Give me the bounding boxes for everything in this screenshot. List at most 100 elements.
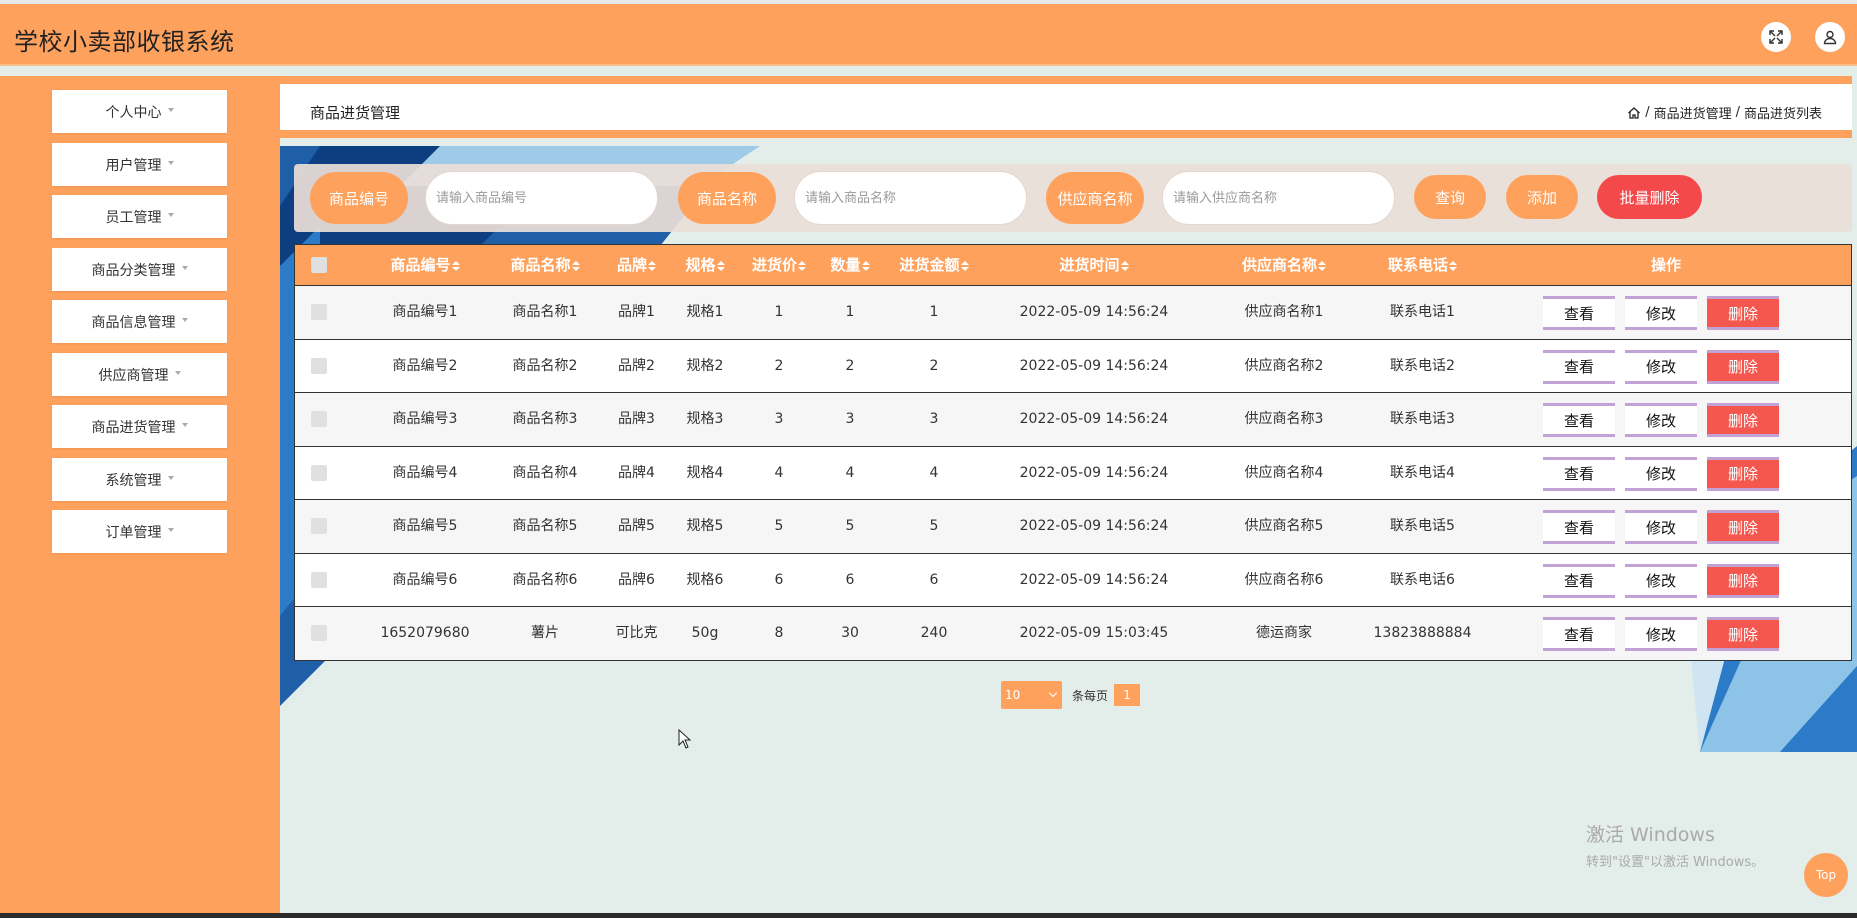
row-checkbox[interactable] [311,518,327,534]
caret-down-icon [181,422,188,427]
sidebar-item-label: 商品信息管理 [91,314,176,331]
delete-button[interactable]: 删除 [1707,403,1779,437]
fullscreen-button[interactable] [1761,22,1791,52]
cell-supplier-name: 供应商名称2 [1244,357,1324,374]
back-to-top-button[interactable]: Top [1804,853,1848,897]
delete-button[interactable]: 删除 [1707,563,1779,598]
query-button[interactable]: 查询 [1414,175,1486,219]
home-icon[interactable] [1627,106,1641,120]
column-header-label: 联系电话 [1387,256,1448,274]
row-checkbox[interactable] [311,304,327,320]
row-checkbox[interactable] [311,464,327,481]
page-number-current[interactable]: 1 [1114,684,1141,706]
sidebar-item-personal-center[interactable]: 个人中心 [52,90,227,133]
cell-price: 3 [774,411,784,427]
view-button[interactable]: 查看 [1543,563,1615,598]
delete-button[interactable]: 删除 [1707,510,1779,544]
cell-purchase-time: 2022-05-09 14:56:24 [1019,304,1169,320]
column-header[interactable]: 进货金额 [884,245,984,285]
column-header[interactable]: 商品名称 [485,245,605,285]
column-header[interactable]: 规格 [668,245,742,285]
column-header[interactable]: 数量 [816,245,884,285]
cell-purchase-time: 2022-05-09 14:56:24 [1019,464,1169,481]
page-size-value: 10 [1005,688,1021,702]
sidebar-item-product-info[interactable]: 商品信息管理 [52,300,227,343]
column-header[interactable]: 商品编号 [365,245,485,285]
delete-button[interactable]: 删除 [1707,296,1779,330]
view-button[interactable]: 查看 [1543,296,1615,330]
table-row: 商品编号5 商品名称5 品牌5 规格5 5 5 5 2022-05-09 14:56:24 供应… [295,499,1851,553]
column-header[interactable]: 供应商名称 [1204,245,1364,285]
product-name-label: 商品名称 [678,172,776,224]
edit-button[interactable]: 修改 [1625,403,1697,437]
cell-product-code: 商品编号5 [392,518,458,534]
edit-button[interactable]: 修改 [1625,563,1697,598]
column-header[interactable]: 进货价 [742,245,816,285]
cell-supplier-name: 供应商名称3 [1244,411,1324,427]
delete-button[interactable]: 删除 [1707,349,1779,384]
user-button[interactable] [1815,22,1845,52]
view-button[interactable]: 查看 [1543,510,1615,544]
batch-delete-button[interactable]: 批量删除 [1597,175,1702,219]
sidebar-item-label: 个人中心 [105,104,162,121]
cell-phone: 联系电话4 [1390,464,1455,481]
caret-down-icon [174,370,181,375]
column-header[interactable]: 品牌 [605,245,668,285]
caret-down-icon [167,475,174,480]
row-checkbox[interactable] [311,625,327,641]
table-body: 商品编号1 商品名称1 品牌1 规格1 1 1 1 2022-05-09 14:56:24 供应… [295,285,1851,660]
taskbar-edge [0,913,1857,918]
sidebar-item-staff[interactable]: 员工管理 [52,195,227,238]
cell-spec: 规格1 [686,304,724,320]
table-row: 1652079680 薯片 可比克 50g 8 30 240 2022-05-09 15:03… [295,606,1851,660]
view-button[interactable]: 查看 [1543,349,1615,384]
sidebar-item-category[interactable]: 商品分类管理 [52,248,227,291]
edit-button[interactable]: 修改 [1625,456,1697,491]
row-checkbox[interactable] [311,357,327,374]
sidebar-item-purchase[interactable]: 商品进货管理 [52,405,227,448]
edit-button[interactable]: 修改 [1625,617,1697,651]
cell-phone: 联系电话5 [1390,518,1455,534]
edit-button[interactable]: 修改 [1625,349,1697,384]
supplier-name-input[interactable] [1162,171,1395,225]
cell-phone: 联系电话1 [1390,304,1455,320]
cell-price: 2 [774,357,784,374]
view-button[interactable]: 查看 [1543,617,1615,651]
delete-button[interactable]: 删除 [1707,617,1779,651]
sidebar-item-system[interactable]: 系统管理 [52,458,227,501]
cell-brand: 品牌2 [618,357,655,374]
search-bar: 商品编号 商品名称 供应商名称 查询 添加 批量删除 [294,164,1852,232]
cell-spec: 规格3 [686,411,724,427]
edit-button[interactable]: 修改 [1625,296,1697,330]
cell-product-code: 商品编号3 [392,411,458,427]
delete-button[interactable]: 删除 [1707,456,1779,491]
sidebar-item-label: 供应商管理 [98,367,169,384]
caret-down-icon [181,265,188,270]
cell-spec: 规格5 [686,518,724,534]
column-header[interactable]: 进货时间 [984,245,1204,285]
sort-icon [716,261,725,271]
column-header-label: 进货金额 [899,256,960,274]
cell-brand: 可比克 [615,625,658,641]
view-button[interactable]: 查看 [1543,456,1615,491]
caret-down-icon [167,160,174,165]
product-code-input[interactable] [425,171,658,225]
row-checkbox[interactable] [311,411,327,427]
sidebar-item-users[interactable]: 用户管理 [52,143,227,186]
select-all-checkbox[interactable] [311,257,327,273]
row-checkbox[interactable] [311,571,327,588]
breadcrumb-item[interactable]: 商品进货管理 [1654,103,1732,122]
edit-button[interactable]: 修改 [1625,510,1697,544]
view-button[interactable]: 查看 [1543,403,1615,437]
add-button[interactable]: 添加 [1506,175,1578,219]
sidebar-item-orders[interactable]: 订单管理 [52,510,227,553]
column-header[interactable]: 联系电话 [1364,245,1481,285]
cell-supplier-name: 供应商名称6 [1244,571,1324,588]
sidebar-item-supplier[interactable]: 供应商管理 [52,353,227,396]
user-icon [1823,30,1837,45]
product-name-input[interactable] [794,171,1027,225]
breadcrumb-bar: 商品进货管理 / 商品进货管理 / 商品进货列表 [280,76,1852,138]
cell-brand: 品牌1 [618,304,655,320]
page-size-select[interactable]: 10 [1001,681,1062,709]
cell-quantity: 3 [845,411,855,427]
